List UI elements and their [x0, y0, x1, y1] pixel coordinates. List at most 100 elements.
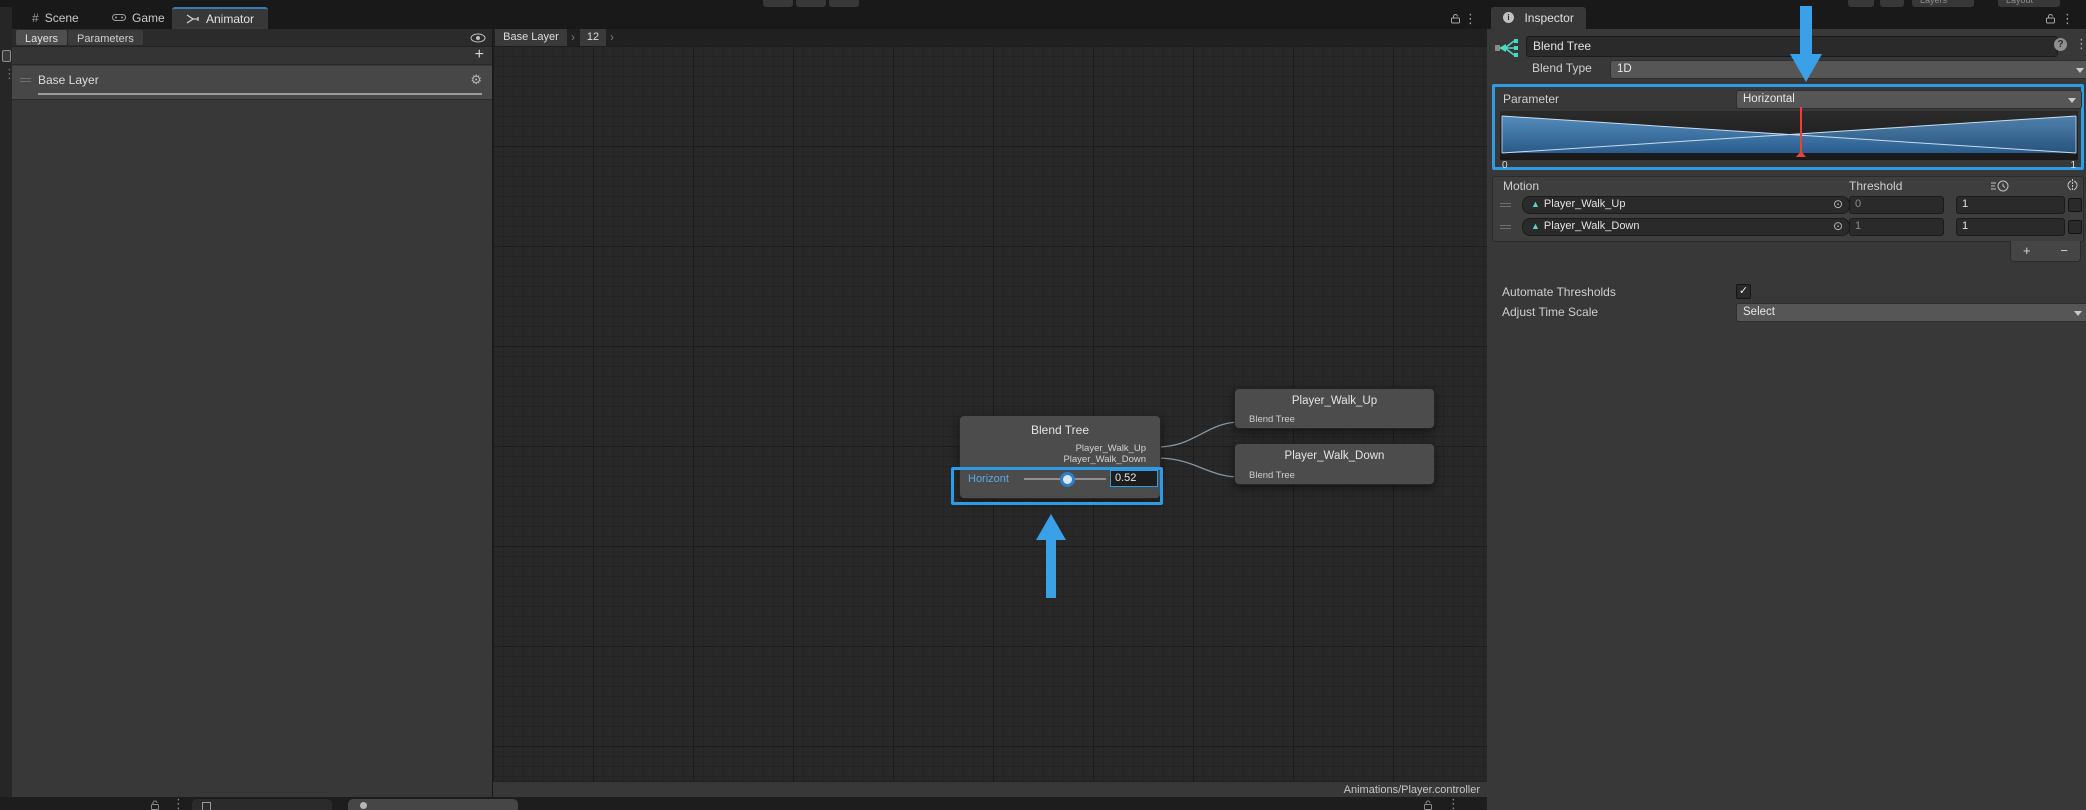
- tab-inspector-label: Inspector: [1524, 11, 1573, 25]
- blend-min-label: 0: [1502, 160, 1508, 171]
- mirror-checkbox[interactable]: [2068, 198, 2082, 212]
- layer-settings-gear-icon[interactable]: ⚙: [470, 72, 482, 88]
- info-icon: i: [1503, 12, 1514, 23]
- tab-animator[interactable]: Animator: [172, 7, 268, 29]
- animator-icon: [186, 14, 200, 24]
- mirror-icon: [2066, 178, 2079, 192]
- unity-editor-window: Layers Layout ⋮ #Scene Game Animator ⋮: [0, 0, 2086, 810]
- bottom-panel-strip: ⋮ ⋮: [0, 797, 1487, 810]
- row-drag-handle-icon[interactable]: [1500, 203, 1511, 204]
- tab-game[interactable]: Game: [100, 7, 177, 29]
- parameters-tab-label: Parameters: [77, 33, 134, 45]
- animator-lock-icon[interactable]: [1450, 13, 1461, 24]
- blend-tree-node-title: Blend Tree: [960, 423, 1160, 437]
- object-picker-icon[interactable]: ⊙: [1833, 219, 1843, 233]
- tab-inspector[interactable]: i Inspector: [1491, 7, 1586, 29]
- bottom-tab-1-icon: [202, 802, 211, 810]
- parameter-value: Horizontal: [1743, 93, 1795, 105]
- threshold-field[interactable]: 1: [1849, 218, 1944, 236]
- blend-playhead[interactable]: [1800, 107, 1802, 153]
- motion-list-footer: + −: [2010, 241, 2081, 262]
- bottom-lock-icon[interactable]: [150, 800, 160, 810]
- blend-child-down-label: Player_Walk_Down: [1063, 454, 1146, 465]
- layout-dropdown[interactable]: Layout: [1998, 0, 2060, 7]
- parameter-dropdown[interactable]: Horizontal: [1736, 90, 2082, 109]
- motion-name: Player_Walk_Down: [1544, 220, 1640, 232]
- base-layer-name: Base Layer: [38, 73, 99, 87]
- breadcrumb-base-layer[interactable]: Base Layer: [495, 29, 567, 46]
- help-icon[interactable]: ?: [2054, 38, 2067, 51]
- inspector-tabbar: i Inspector ⋮: [1487, 7, 2086, 29]
- threshold-field[interactable]: 0: [1849, 196, 1944, 214]
- motion-list: Motion Threshold ▲Player_Walk_Up ⊙ 0 1: [1492, 176, 2084, 242]
- layers-tab-button[interactable]: Layers: [16, 30, 67, 45]
- pause-button[interactable]: [796, 0, 826, 7]
- bottom-tab-2[interactable]: [348, 799, 518, 810]
- row-drag-handle-icon[interactable]: [1500, 225, 1511, 226]
- search-button[interactable]: [1880, 0, 1904, 7]
- breadcrumb-chevron2-icon: ›: [610, 29, 614, 46]
- animator-kebab-icon[interactable]: ⋮: [1464, 14, 1477, 24]
- speed-value: 1: [1962, 198, 1968, 210]
- breadcrumb-blendtree[interactable]: 12: [580, 29, 606, 46]
- remove-motion-button[interactable]: −: [2060, 243, 2068, 258]
- check-icon: ✓: [1739, 285, 1748, 297]
- motion-name: Player_Walk_Up: [1544, 198, 1626, 210]
- annotation-arrow-up: [1036, 512, 1066, 598]
- blend-type-dropdown[interactable]: 1D: [1610, 60, 2086, 79]
- motion-row[interactable]: ▲Player_Walk_Up ⊙ 0 1: [1493, 195, 2083, 215]
- blend-max-label: 1: [2070, 160, 2076, 171]
- add-motion-button[interactable]: +: [2023, 243, 2031, 258]
- parameters-tab-button[interactable]: Parameters: [68, 30, 143, 45]
- player-walk-up-node[interactable]: Player_Walk_Up Blend Tree: [1234, 388, 1435, 429]
- play-button[interactable]: [763, 0, 793, 7]
- inspector-lock-icon[interactable]: [2045, 13, 2056, 24]
- blend-playhead-marker: [1796, 151, 1806, 157]
- bottom-right-lock-icon[interactable]: [1423, 800, 1433, 810]
- bottom-tab-1[interactable]: [192, 799, 332, 810]
- graph-status-bar: Animations/Player.controller: [493, 781, 1488, 798]
- layers-dropdown[interactable]: Layers: [1912, 0, 1974, 7]
- step-button[interactable]: [829, 0, 859, 7]
- chevron-down-icon: [2076, 68, 2084, 73]
- layers-add-row: +: [12, 47, 492, 65]
- motion-field[interactable]: ▲ Player_Walk_Down ⊙: [1522, 218, 1850, 236]
- animator-tabbar: #Scene Game Animator ⋮: [12, 7, 1487, 29]
- mirror-checkbox[interactable]: [2068, 220, 2082, 234]
- drag-handle-icon[interactable]: [20, 78, 31, 79]
- breadcrumb-blendtree-label: 12: [587, 31, 599, 43]
- motion-field[interactable]: ▲Player_Walk_Up ⊙: [1522, 196, 1850, 214]
- bottom-kebab-icon[interactable]: ⋮: [172, 799, 185, 809]
- restore-panel-icon[interactable]: [2, 50, 11, 62]
- base-layer-item[interactable]: Base Layer ⚙: [12, 66, 492, 100]
- speed-value: 1: [1962, 220, 1968, 232]
- object-picker-icon[interactable]: ⊙: [1833, 197, 1843, 211]
- header-kebab-icon[interactable]: ⋮: [2075, 39, 2086, 49]
- automate-thresholds-checkbox[interactable]: ✓: [1736, 284, 1751, 299]
- eye-icon[interactable]: [470, 33, 486, 43]
- blend-visualization[interactable]: [1500, 111, 2078, 160]
- adjust-time-scale-label: Adjust Time Scale: [1502, 305, 1598, 319]
- speed-field[interactable]: 1: [1956, 218, 2065, 236]
- slider-highlight-box: [951, 467, 1163, 505]
- inspector-panel: i Inspector ⋮ Blend: [1487, 7, 2086, 810]
- threshold-header: Threshold: [1849, 179, 1902, 193]
- layers-dropdown-label: Layers: [1920, 0, 1947, 5]
- layer-weight-slider[interactable]: [38, 93, 482, 95]
- adjust-time-scale-dropdown[interactable]: Select: [1736, 303, 2086, 322]
- add-layer-button[interactable]: +: [475, 46, 484, 64]
- layers-tab-label: Layers: [25, 33, 58, 45]
- inspector-body: Blend Tree ? ⋮ Blend Type 1D Parameter H…: [1487, 29, 2086, 810]
- breadcrumb-chevron-icon: ›: [571, 29, 575, 46]
- player-walk-up-subtitle: Blend Tree: [1249, 414, 1295, 425]
- motion-clip-icon: ▲: [1531, 221, 1540, 231]
- speed-field[interactable]: 1: [1956, 196, 2065, 214]
- tab-scene[interactable]: #Scene: [20, 7, 91, 29]
- bottom-tab-2-icon: [360, 802, 367, 809]
- inspector-kebab-icon[interactable]: ⋮: [2061, 14, 2074, 24]
- motion-row[interactable]: ▲ Player_Walk_Down ⊙ 1 1: [1493, 217, 2083, 237]
- bottom-right-kebab-icon[interactable]: ⋮: [1447, 799, 1460, 809]
- cloud-button[interactable]: [1848, 0, 1874, 7]
- player-walk-down-node[interactable]: Player_Walk_Down Blend Tree: [1234, 443, 1435, 485]
- scene-grid-icon: #: [32, 11, 39, 25]
